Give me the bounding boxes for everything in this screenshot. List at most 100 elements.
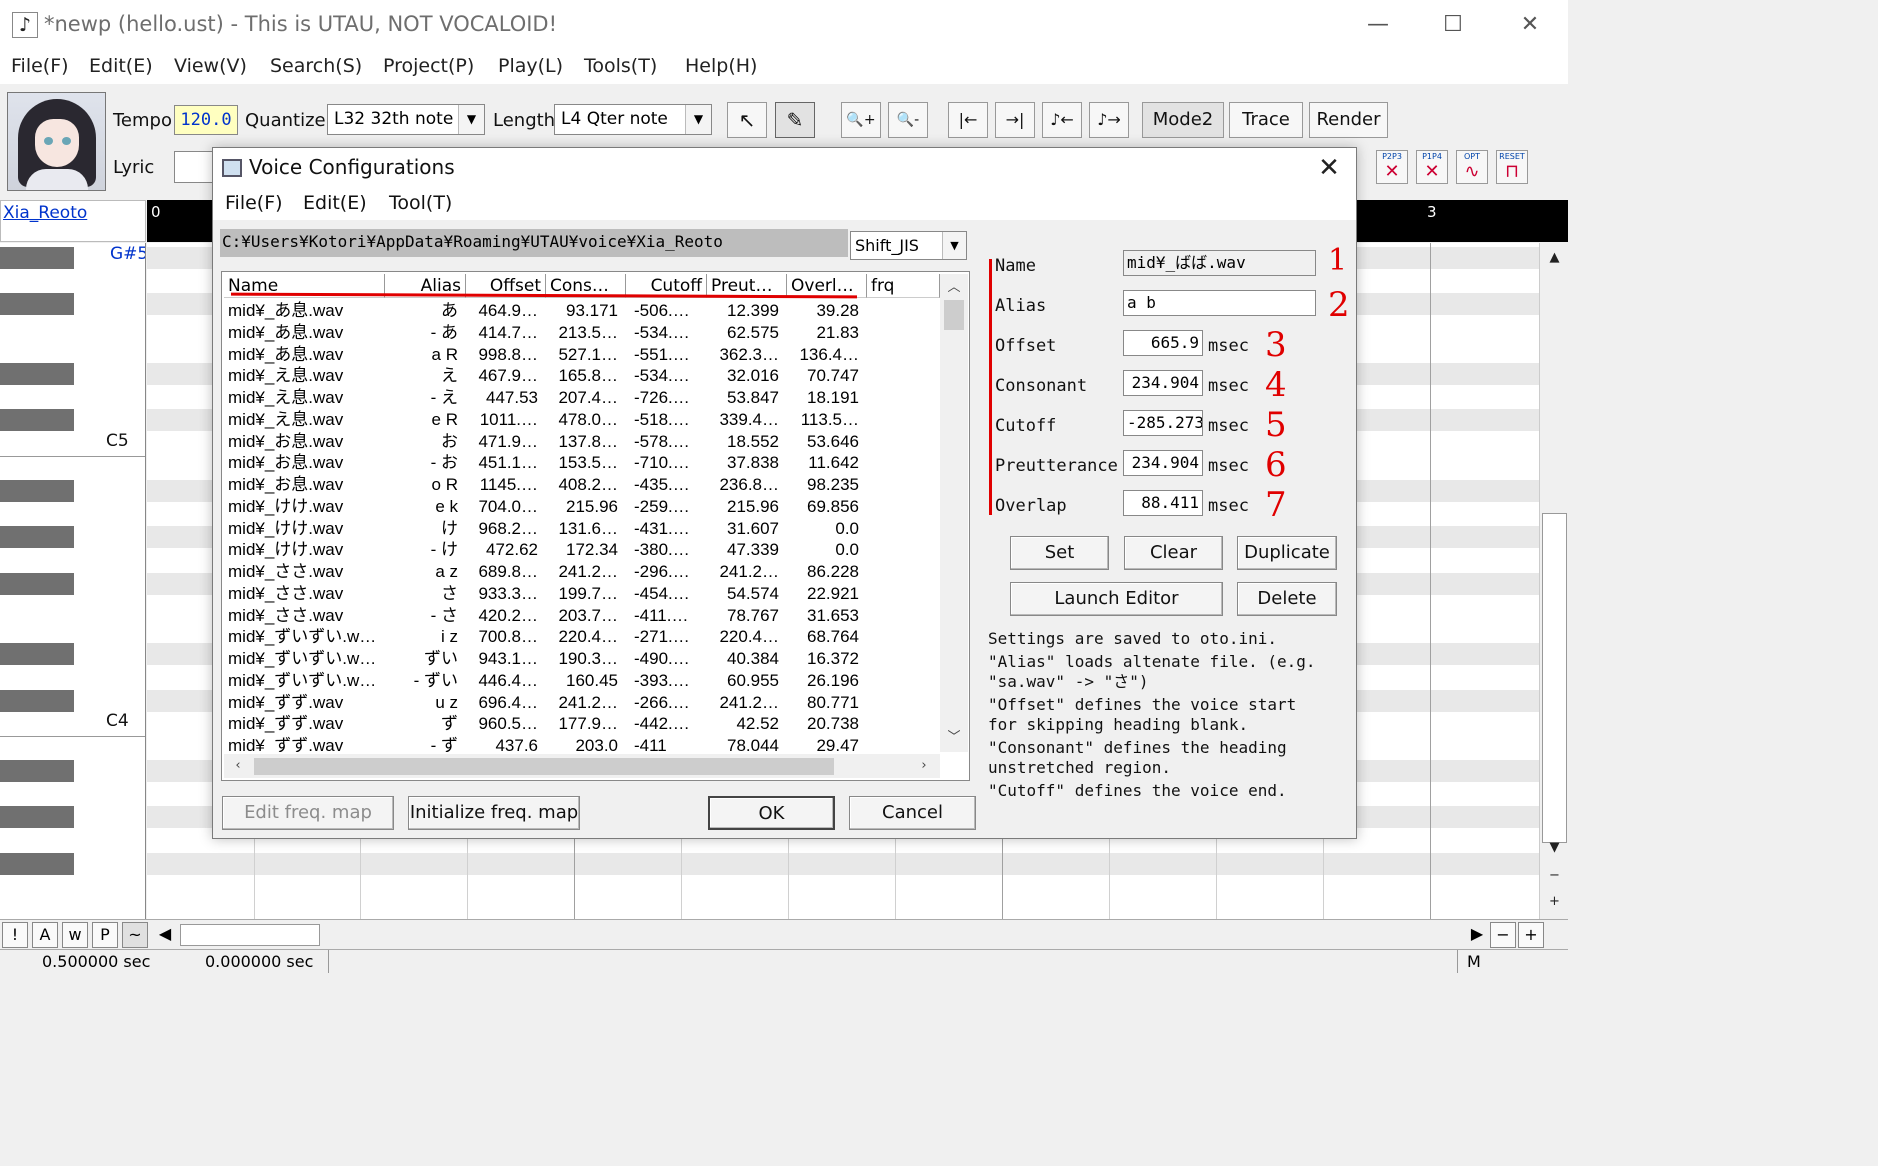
quantize-select[interactable]: L32 32th note ▼ bbox=[327, 104, 485, 135]
p2p3-envelope-button[interactable]: P2P3 ✕ bbox=[1376, 150, 1408, 184]
launch-editor-button[interactable]: Launch Editor bbox=[1010, 582, 1223, 616]
menu-file[interactable]: File(F) bbox=[11, 55, 69, 77]
alias-field[interactable]: a b bbox=[1123, 290, 1316, 316]
menu-edit[interactable]: Edit(E) bbox=[89, 55, 153, 77]
menu-search[interactable]: Search(S) bbox=[270, 55, 362, 77]
dialog-menu-file[interactable]: File(F) bbox=[225, 192, 283, 214]
encoding-select[interactable]: Shift_JIS ▼ bbox=[850, 231, 967, 260]
column-header-frq[interactable]: frq bbox=[867, 274, 940, 298]
table-row[interactable]: mid¥_ずいずい.w… ずい 943.1… 190.3… -490.… 40.384 16… bbox=[224, 648, 940, 670]
zoom-out-horizontal-icon[interactable]: − bbox=[1490, 922, 1516, 948]
table-row[interactable]: mid¥_ずいずい.w… i z 700.8… 220.4… -271.… 220.4… 6… bbox=[224, 626, 940, 648]
trace-button[interactable]: Trace bbox=[1229, 102, 1303, 138]
table-row[interactable]: mid¥_お息.wav - お 451.1… 153.5… -710.… 37.838 11… bbox=[224, 452, 940, 474]
p1p4-envelope-button[interactable]: P1P4 ✕ bbox=[1416, 150, 1448, 184]
cancel-button[interactable]: Cancel bbox=[849, 796, 976, 830]
bottom-button[interactable]: P bbox=[92, 922, 118, 948]
consonant-field[interactable]: 234.904 bbox=[1123, 370, 1203, 396]
table-row[interactable]: mid¥_けけ.wav e k 704.0… 215.96 -259.… 215.96 69… bbox=[224, 496, 940, 518]
menu-view[interactable]: View(V) bbox=[174, 55, 247, 77]
set-button[interactable]: Set bbox=[1010, 536, 1109, 570]
table-row[interactable]: mid¥_あ息.wav あ 464.9… 93.171 -506.… 12.399 39.2… bbox=[224, 300, 940, 322]
initialize-freq-map-button[interactable]: Initialize freq. map bbox=[408, 796, 580, 830]
maximize-button[interactable]: ☐ bbox=[1433, 8, 1473, 42]
close-button[interactable]: ✕ bbox=[1510, 8, 1550, 42]
duplicate-button[interactable]: Duplicate bbox=[1237, 536, 1337, 570]
scroll-down-icon[interactable]: ▼ bbox=[1542, 835, 1567, 861]
table-row[interactable]: mid¥_ささ.wav a z 689.8… 241.2… -296.… 241.2… 86… bbox=[224, 561, 940, 583]
bottom-button[interactable]: ~ bbox=[122, 922, 148, 948]
delete-button[interactable]: Delete bbox=[1237, 582, 1337, 616]
table-row[interactable]: mid¥_あ息.wav a R 998.8… 527.1… -551.… 362.3… 13… bbox=[224, 344, 940, 366]
offset-field[interactable]: 665.9 bbox=[1123, 330, 1203, 356]
scrollbar-thumb[interactable] bbox=[1542, 513, 1567, 843]
dialog-menu-edit[interactable]: Edit(E) bbox=[303, 192, 367, 214]
pencil-tool-button[interactable]: ✎ bbox=[775, 102, 815, 138]
table-row[interactable]: mid¥_けけ.wav け 968.2… 131.6… -431.… 31.607 0.0 bbox=[224, 518, 940, 540]
table-row[interactable]: mid¥_え息.wav e R 1011.… 478.0… -518.… 339.4… 11… bbox=[224, 409, 940, 431]
table-row[interactable]: mid¥_あ息.wav - あ 414.7… 213.5… -534.… 62.575 21… bbox=[224, 322, 940, 344]
table-row[interactable]: mid¥_ずいずい.w… - ずい 446.4… 160.45 -393.… 60.955… bbox=[224, 670, 940, 692]
table-row[interactable]: mid¥_お息.wav o R 1145.… 408.2… -435.… 236.8… 98… bbox=[224, 474, 940, 496]
overlap-field[interactable]: 88.411 bbox=[1123, 490, 1203, 516]
reset-envelope-button[interactable]: RESET ⊓ bbox=[1496, 150, 1528, 184]
piano-keyboard[interactable]: G#5 C5 C4 bbox=[0, 243, 146, 919]
scrollbar-thumb[interactable] bbox=[254, 758, 834, 775]
cutoff-field[interactable]: -285.273 bbox=[1123, 410, 1203, 436]
bottom-button[interactable]: A bbox=[32, 922, 58, 948]
minimize-button[interactable]: — bbox=[1358, 8, 1398, 42]
dialog-close-button[interactable]: ✕ bbox=[1311, 150, 1347, 186]
bottom-button[interactable]: ! bbox=[2, 922, 28, 948]
table-row[interactable]: mid¥_ずず.wav u z 696.4… 241.2… -266.… 241.2… 80… bbox=[224, 692, 940, 714]
go-to-end-button[interactable]: →| bbox=[995, 102, 1035, 138]
zoom-in-vertical-icon[interactable]: + bbox=[1542, 889, 1567, 915]
table-row[interactable]: mid¥_ずず.wav ず 960.5… 177.9… -442.… 42.52 20.73… bbox=[224, 713, 940, 735]
piano-roll-vertical-scrollbar[interactable]: ▲ ▼ − + bbox=[1539, 243, 1568, 919]
opt-envelope-button[interactable]: OPT ∿ bbox=[1456, 150, 1488, 184]
go-to-start-button[interactable]: |← bbox=[948, 102, 988, 138]
menu-tools[interactable]: Tools(T) bbox=[584, 55, 657, 77]
mode2-button[interactable]: Mode2 bbox=[1142, 102, 1224, 138]
zoom-in-button[interactable]: 🔍+ bbox=[841, 102, 881, 138]
menu-project[interactable]: Project(P) bbox=[383, 55, 474, 77]
chevron-down-icon[interactable]: ﹀ bbox=[940, 726, 968, 750]
singer-name-link[interactable]: Xia_Reoto bbox=[0, 200, 146, 242]
table-row[interactable]: mid¥_ささ.wav さ 933.3… 199.7… -454.… 54.574 22.9… bbox=[224, 583, 940, 605]
render-button[interactable]: Render bbox=[1309, 102, 1388, 138]
preutterance-field[interactable]: 234.904 bbox=[1123, 450, 1203, 476]
scroll-right-icon[interactable]: ▶ bbox=[1464, 922, 1490, 948]
bottom-button[interactable]: w bbox=[62, 922, 88, 948]
scroll-up-icon[interactable]: ▲ bbox=[1542, 245, 1567, 271]
edit-freq-map-button[interactable]: Edit freq. map bbox=[222, 796, 394, 830]
table-row[interactable]: mid¥_え息.wav - え 447.53 207.4… -726.… 53.847 18… bbox=[224, 387, 940, 409]
table-row[interactable]: mid¥_ずず.wav - ず 437.6 203.0 -411 78.044 29.47 bbox=[224, 735, 940, 752]
table-row[interactable]: mid¥_けけ.wav - け 472.62 172.34 -380.… 47.339 0.… bbox=[224, 539, 940, 561]
menu-help[interactable]: Help(H) bbox=[685, 55, 757, 77]
zoom-in-horizontal-icon[interactable]: + bbox=[1518, 922, 1544, 948]
cell-consonant: 137.8… bbox=[558, 431, 618, 451]
table-horizontal-scrollbar[interactable]: ‹ › bbox=[224, 754, 940, 778]
length-select[interactable]: L4 Qter note ▼ bbox=[554, 104, 712, 135]
table-row[interactable]: mid¥_お息.wav お 471.9… 137.8… -578.… 18.552 53.6… bbox=[224, 431, 940, 453]
table-row[interactable]: mid¥_え息.wav え 467.9… 165.8… -534.… 32.016 70.7… bbox=[224, 365, 940, 387]
clear-button[interactable]: Clear bbox=[1124, 536, 1223, 570]
menu-play[interactable]: Play(L) bbox=[498, 55, 563, 77]
lyric-input[interactable] bbox=[174, 151, 214, 183]
zoom-out-button[interactable]: 🔍- bbox=[888, 102, 928, 138]
horizontal-scrollbar-thumb[interactable] bbox=[180, 924, 320, 946]
table-vertical-scrollbar[interactable]: ︿ ﹀ bbox=[940, 274, 968, 752]
ok-button[interactable]: OK bbox=[708, 796, 835, 830]
singer-avatar[interactable] bbox=[7, 92, 106, 191]
chevron-left-icon[interactable]: ‹ bbox=[226, 754, 250, 778]
table-row[interactable]: mid¥_ささ.wav - さ 420.2… 203.7… -411.… 78.767 31… bbox=[224, 605, 940, 627]
zoom-out-vertical-icon[interactable]: − bbox=[1542, 863, 1567, 889]
scroll-left-icon[interactable]: ◀ bbox=[152, 922, 178, 948]
merge-note-button[interactable]: ♪→ bbox=[1089, 102, 1129, 138]
chevron-right-icon[interactable]: › bbox=[912, 754, 936, 778]
split-note-button[interactable]: ♪← bbox=[1042, 102, 1082, 138]
scrollbar-thumb[interactable] bbox=[944, 300, 964, 330]
dialog-menu-tool[interactable]: Tool(T) bbox=[389, 192, 452, 214]
tempo-input[interactable]: 120.0 bbox=[174, 105, 238, 135]
chevron-up-icon[interactable]: ︿ bbox=[940, 276, 968, 300]
pointer-tool-button[interactable]: ↖ bbox=[727, 102, 767, 138]
